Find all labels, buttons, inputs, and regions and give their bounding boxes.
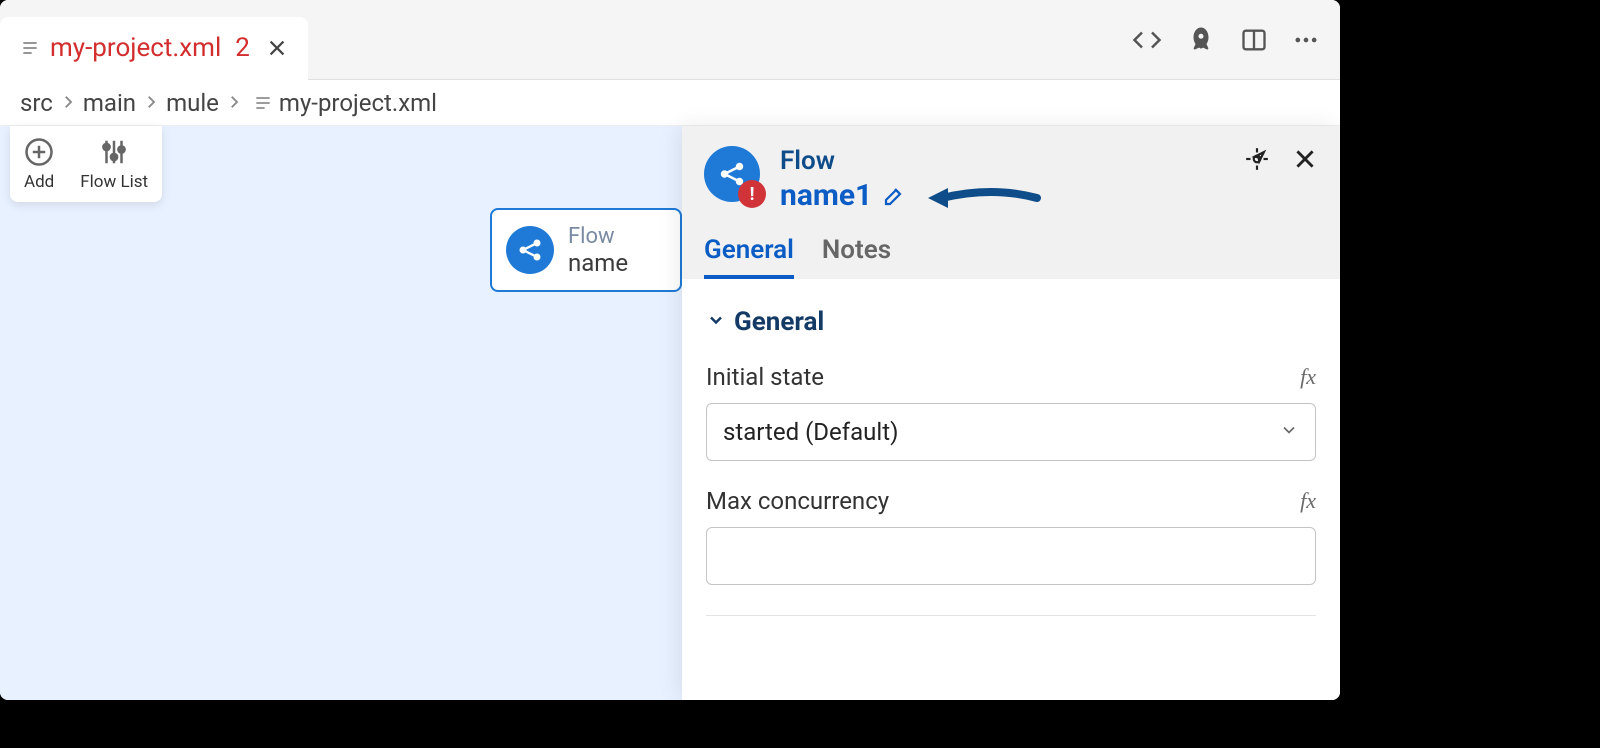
breadcrumb-file[interactable]: my-project.xml — [279, 89, 437, 117]
annotation-arrow-icon — [922, 180, 1042, 220]
tab-close-icon[interactable] — [266, 37, 288, 59]
tab-badge: 2 — [235, 33, 250, 63]
add-label: Add — [24, 172, 54, 192]
more-icon[interactable] — [1292, 26, 1320, 54]
panel-body: General Initial state fx started (Defaul… — [682, 279, 1340, 700]
panel-type-label: Flow — [780, 146, 1224, 176]
fx-icon[interactable]: fx — [1300, 488, 1316, 514]
breadcrumb-segment[interactable]: mule — [166, 89, 219, 117]
close-icon[interactable] — [1292, 146, 1318, 172]
breadcrumb-segment[interactable]: main — [83, 89, 136, 117]
chevron-down-icon — [706, 307, 726, 337]
panel-tabs: General Notes — [704, 235, 1318, 279]
app-window: my-project.xml 2 src main — [0, 0, 1340, 700]
initial-state-select[interactable]: started (Default) — [706, 403, 1316, 461]
initial-state-label: Initial state — [706, 363, 824, 391]
sliders-icon — [99, 138, 129, 166]
chevron-right-icon — [225, 89, 243, 117]
flow-canvas[interactable]: Add Flow List Flow name — [0, 126, 1340, 700]
flow-list-button[interactable]: Flow List — [80, 138, 148, 192]
max-concurrency-input[interactable] — [723, 542, 1299, 570]
flow-node-type: Flow — [568, 224, 628, 249]
section-general-toggle[interactable]: General — [706, 307, 1316, 337]
add-button[interactable]: Add — [24, 138, 54, 192]
fx-icon[interactable]: fx — [1300, 364, 1316, 390]
field-initial-state: Initial state fx started (Default) — [706, 363, 1316, 461]
section-title: General — [734, 307, 824, 337]
flow-icon — [506, 226, 554, 274]
section-divider — [706, 615, 1316, 616]
field-max-concurrency: Max concurrency fx — [706, 487, 1316, 585]
file-icon — [253, 93, 273, 113]
breadcrumb: src main mule my-project.xml — [0, 80, 1340, 126]
tab-bar: my-project.xml 2 — [0, 0, 1340, 80]
toolbar-right — [1132, 25, 1320, 55]
locate-icon[interactable] — [1244, 146, 1270, 172]
flow-node-name: name — [568, 249, 628, 277]
initial-state-value: started (Default) — [723, 418, 898, 446]
chevron-right-icon — [59, 89, 77, 117]
split-panel-icon[interactable] — [1240, 26, 1268, 54]
flow-list-label: Flow List — [80, 172, 148, 192]
tab-notes[interactable]: Notes — [822, 235, 891, 279]
max-concurrency-label: Max concurrency — [706, 487, 889, 515]
file-icon — [20, 38, 40, 58]
tab-general[interactable]: General — [704, 235, 794, 279]
rocket-icon[interactable] — [1186, 25, 1216, 55]
max-concurrency-input-wrap — [706, 527, 1316, 585]
error-badge-icon: ! — [738, 180, 766, 208]
panel-name: name1 — [780, 178, 872, 213]
tab-filename: my-project.xml — [50, 33, 221, 63]
flow-node-texts: Flow name — [568, 224, 628, 277]
chevron-right-icon — [142, 89, 160, 117]
panel-header: ! Flow name1 — [682, 126, 1340, 279]
breadcrumb-segment[interactable]: src — [20, 89, 53, 117]
panel-icon-wrap: ! — [704, 146, 760, 202]
flow-node[interactable]: Flow name — [490, 208, 682, 292]
editor-tab[interactable]: my-project.xml 2 — [0, 17, 308, 80]
edit-icon[interactable] — [882, 184, 906, 208]
chevron-down-icon — [1279, 418, 1299, 446]
canvas-toolbar: Add Flow List — [10, 126, 162, 202]
properties-panel: ! Flow name1 — [682, 126, 1340, 700]
plus-circle-icon — [24, 138, 54, 166]
code-icon[interactable] — [1132, 25, 1162, 55]
